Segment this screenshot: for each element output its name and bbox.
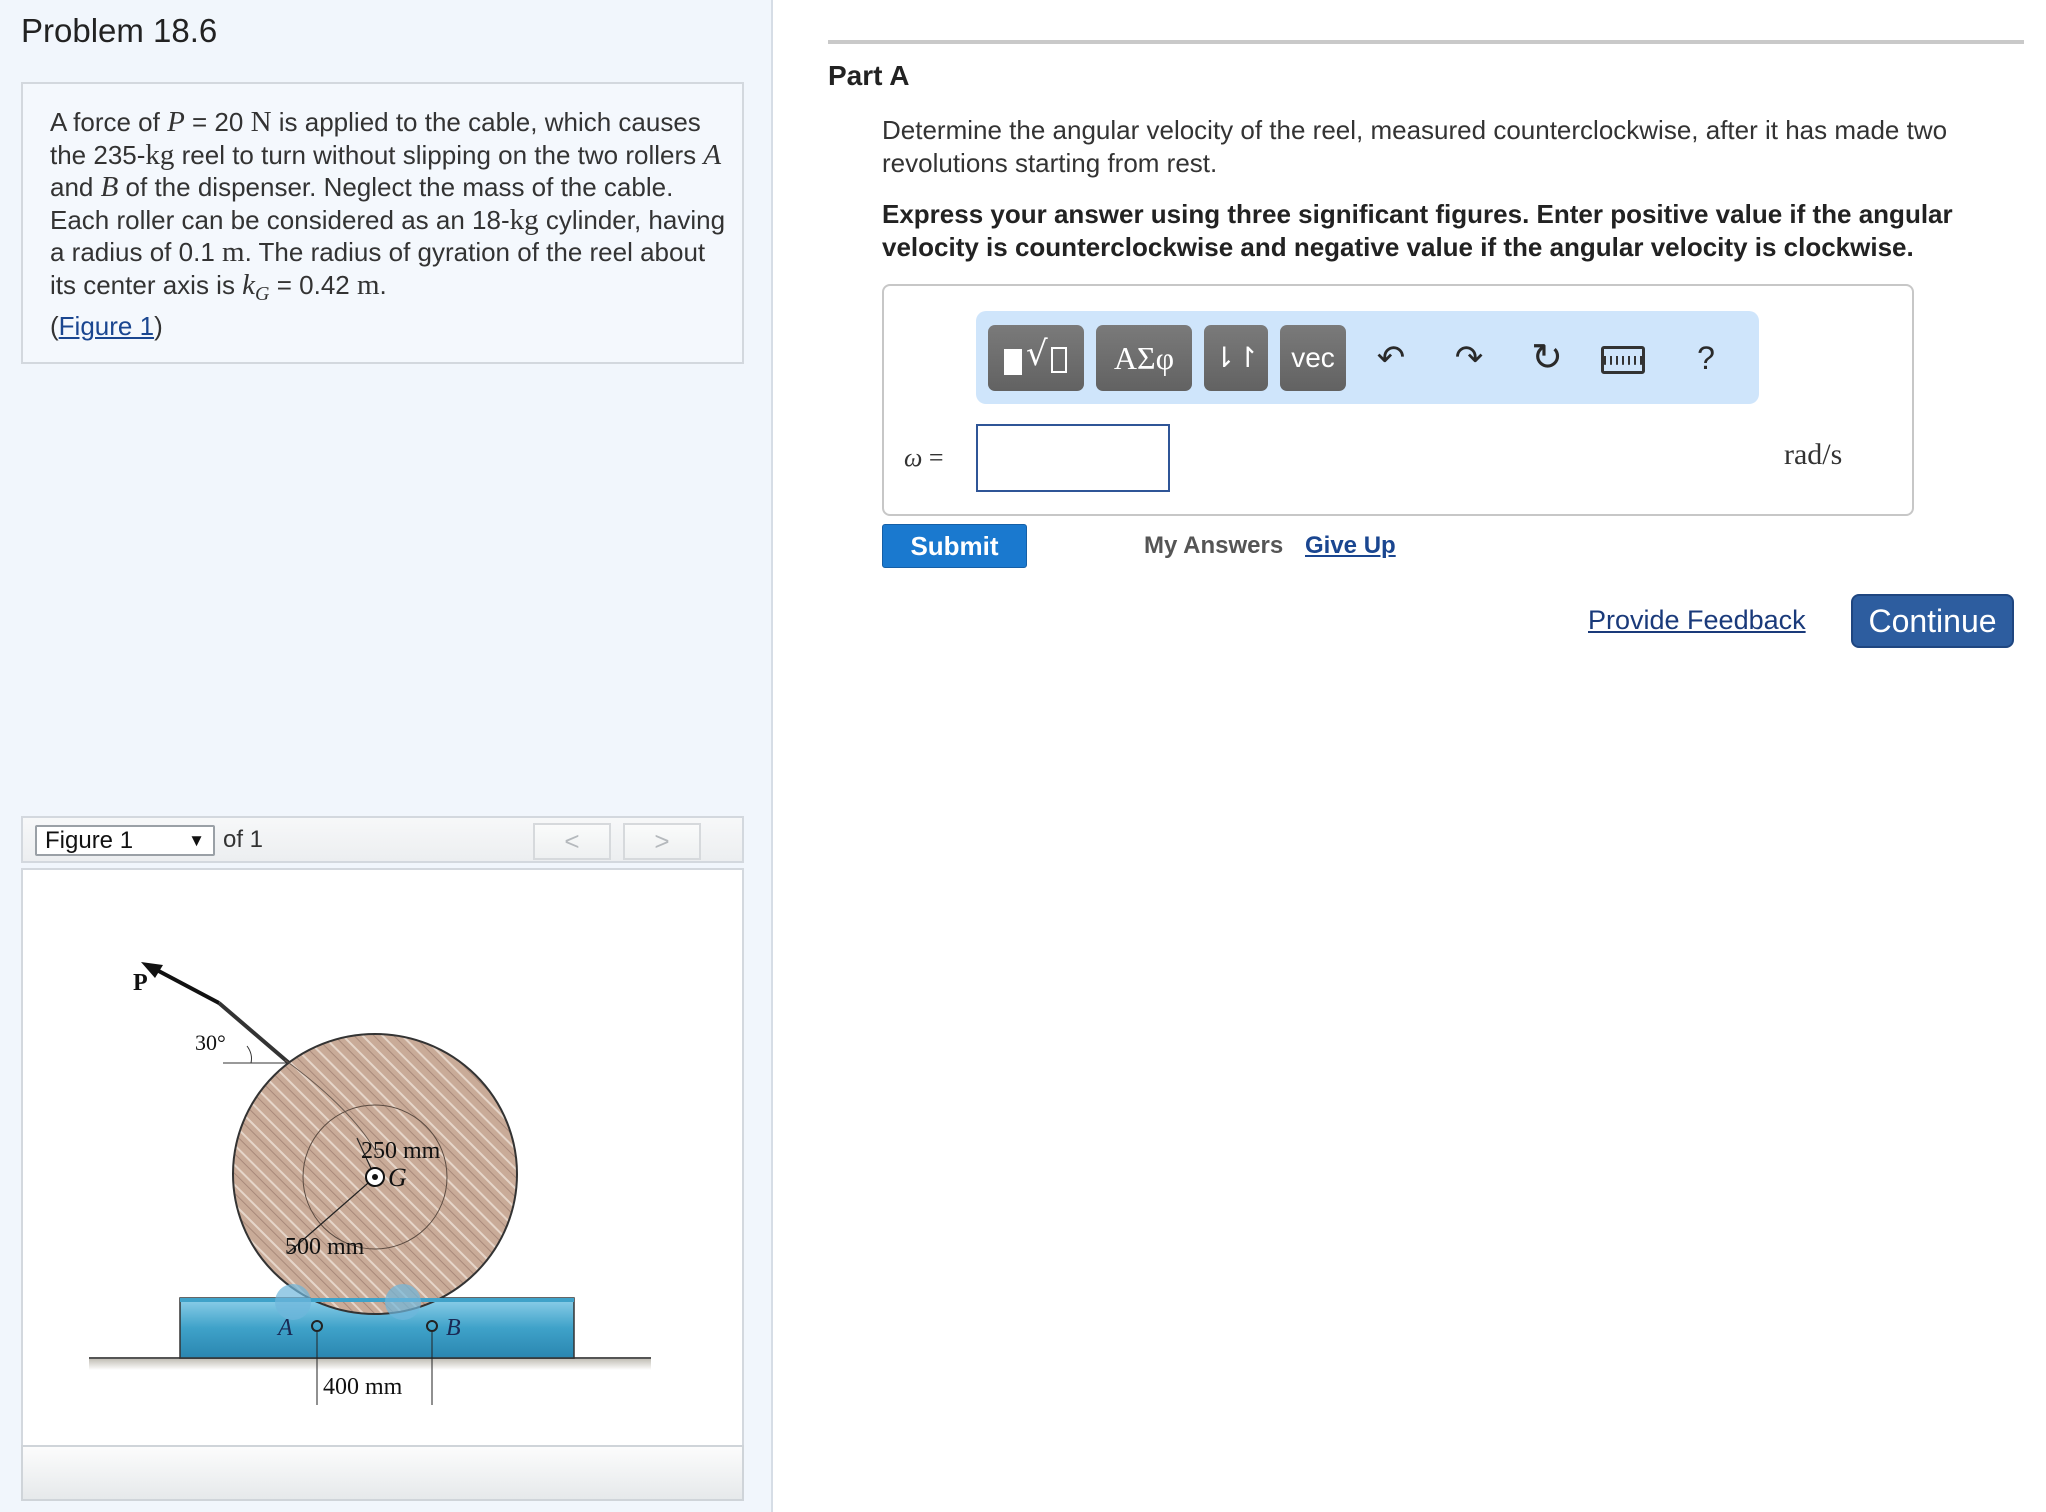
figure-link[interactable]: Figure 1	[59, 311, 154, 341]
center-label: G	[388, 1163, 407, 1192]
text-span: and	[50, 172, 101, 202]
figure-footer	[21, 1445, 744, 1501]
keyboard-icon[interactable]	[1598, 325, 1648, 391]
math-var: A	[703, 138, 722, 171]
text-span: reel to turn without slipping on the two…	[174, 139, 704, 170]
paren: )	[154, 311, 163, 342]
angular-velocity-input[interactable]	[976, 424, 1170, 492]
math-var: B	[100, 171, 119, 203]
figure-select[interactable]: Figure 1 ▼	[35, 825, 215, 856]
center-dot	[372, 1174, 378, 1180]
arrows-button[interactable]: ⇂↾	[1204, 325, 1268, 391]
outer-radius-label: 500 mm	[285, 1234, 365, 1260]
problem-statement-box: A force of P = 20 N is applied to the ca…	[21, 82, 744, 364]
help-button[interactable]: ?	[1681, 325, 1731, 391]
answer-box: √ ΑΣφ ⇂↾ vec ↶ ↷ ↻ ? ω = rad/s	[882, 284, 1914, 516]
text-span: = 20	[184, 107, 251, 137]
left-panel: Problem 18.6 A force of P = 20 N is appl…	[0, 0, 773, 1512]
redo-icon[interactable]: ↷	[1444, 325, 1494, 391]
angle-label: 30°	[195, 1030, 226, 1055]
figure-select-value: Figure 1	[45, 827, 134, 854]
math-unit: m	[356, 268, 380, 301]
problem-title: Problem 18.6	[21, 12, 218, 49]
omega-symbol: ω	[904, 443, 923, 472]
dispenser-top	[180, 1298, 574, 1302]
ground-shadow	[89, 1358, 651, 1370]
vector-button[interactable]: vec	[1280, 325, 1346, 391]
unit-label: rad/s	[1784, 438, 1843, 471]
text-span: .	[379, 269, 387, 300]
problem-statement: A force of P = 20 N is applied to the ca…	[50, 106, 730, 343]
roller-b-label: B	[446, 1315, 461, 1341]
force-label: P	[133, 970, 148, 996]
math-unit: m	[222, 236, 245, 268]
submit-button[interactable]: Submit	[882, 524, 1027, 568]
math-unit: kg	[509, 203, 539, 236]
give-up-link[interactable]: Give Up	[1305, 532, 1396, 560]
inner-radius-label: 250 mm	[361, 1138, 441, 1164]
header-rule	[828, 40, 2024, 44]
answer-label: ω =	[904, 443, 944, 473]
text-span: = 0.42	[269, 269, 357, 300]
math-subscript: G	[255, 282, 270, 305]
force-arrow	[152, 966, 220, 1005]
roller-a-label: A	[276, 1315, 293, 1341]
greek-button[interactable]: ΑΣφ	[1096, 325, 1192, 391]
undo-icon[interactable]: ↶	[1366, 325, 1416, 391]
figure-count: of 1	[223, 826, 264, 853]
template-sqrt-icon: √	[996, 325, 1076, 391]
figure-panel: P 30° 250 mm 500 mm G A B 400 mm	[21, 868, 744, 1448]
part-description: Determine the angular velocity of the re…	[882, 115, 1948, 178]
roller-b-shadow	[385, 1284, 421, 1320]
paren: (	[50, 311, 59, 342]
reset-icon[interactable]: ↻	[1522, 325, 1572, 391]
reel-diagram: P 30° 250 mm 500 mm G A B 400 mm	[89, 962, 651, 1405]
provide-feedback-link[interactable]: Provide Feedback	[1588, 605, 1806, 636]
math-unit: kg	[145, 138, 175, 171]
math-var: P	[167, 106, 185, 138]
figure-toolbar: Figure 1 ▼ of 1 < >	[21, 816, 744, 863]
part-instructions: Express your answer using three signific…	[882, 199, 1953, 262]
math-var: k	[242, 268, 256, 301]
equals-sign: =	[928, 443, 944, 472]
math-unit: N	[250, 106, 272, 138]
cable	[217, 1001, 291, 1065]
text-span: A force of	[50, 107, 168, 137]
math-toolbar: √ ΑΣφ ⇂↾ vec ↶ ↷ ↻ ?	[976, 311, 1759, 404]
next-figure-button[interactable]: >	[623, 823, 701, 860]
templates-button[interactable]: √	[988, 325, 1084, 391]
spacing-label: 400 mm	[323, 1374, 403, 1400]
part-title: Part A	[828, 60, 910, 91]
continue-button[interactable]: Continue	[1851, 594, 2014, 648]
prev-figure-button[interactable]: <	[533, 823, 611, 860]
dropdown-arrow-icon: ▼	[188, 831, 205, 850]
my-answers-label: My Answers	[1144, 532, 1284, 559]
angle-arc	[246, 1045, 252, 1064]
